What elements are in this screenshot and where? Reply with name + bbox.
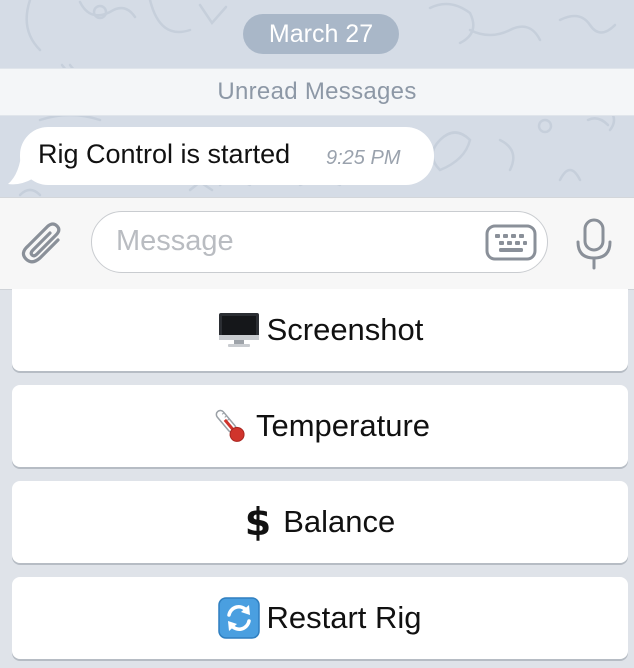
message-field[interactable] bbox=[91, 211, 548, 273]
dollar-sign-icon: $ bbox=[244, 500, 272, 544]
microphone-icon[interactable] bbox=[575, 218, 613, 270]
restart-rig-label: Restart Rig bbox=[266, 600, 422, 635]
message-input[interactable] bbox=[116, 212, 476, 271]
date-badge: March 27 bbox=[243, 14, 399, 54]
desktop-computer-icon bbox=[217, 311, 261, 349]
balance-label: Balance bbox=[283, 504, 396, 539]
paperclip-icon[interactable] bbox=[20, 220, 68, 268]
refresh-arrows-icon bbox=[218, 597, 261, 639]
keyboard-icon[interactable] bbox=[485, 224, 537, 261]
thermometer-icon bbox=[210, 406, 250, 446]
screenshot-button[interactable]: Screenshot bbox=[12, 289, 628, 371]
message-composer bbox=[0, 197, 634, 290]
message-text: Rig Control is started bbox=[38, 139, 291, 169]
incoming-message-bubble[interactable]: Rig Control is started 9:25 PM bbox=[20, 127, 434, 185]
unread-messages-divider: Unread Messages bbox=[0, 68, 634, 116]
screenshot-label: Screenshot bbox=[266, 312, 424, 347]
temperature-label: Temperature bbox=[255, 408, 431, 443]
restart-rig-button[interactable]: Restart Rig bbox=[12, 577, 628, 659]
chat-history[interactable]: March 27 Unread Messages Rig Control is … bbox=[0, 0, 634, 197]
temperature-button[interactable]: Temperature bbox=[12, 385, 628, 467]
message-timestamp: 9:25 PM bbox=[326, 147, 401, 169]
balance-button[interactable]: $ Balance bbox=[12, 481, 628, 563]
